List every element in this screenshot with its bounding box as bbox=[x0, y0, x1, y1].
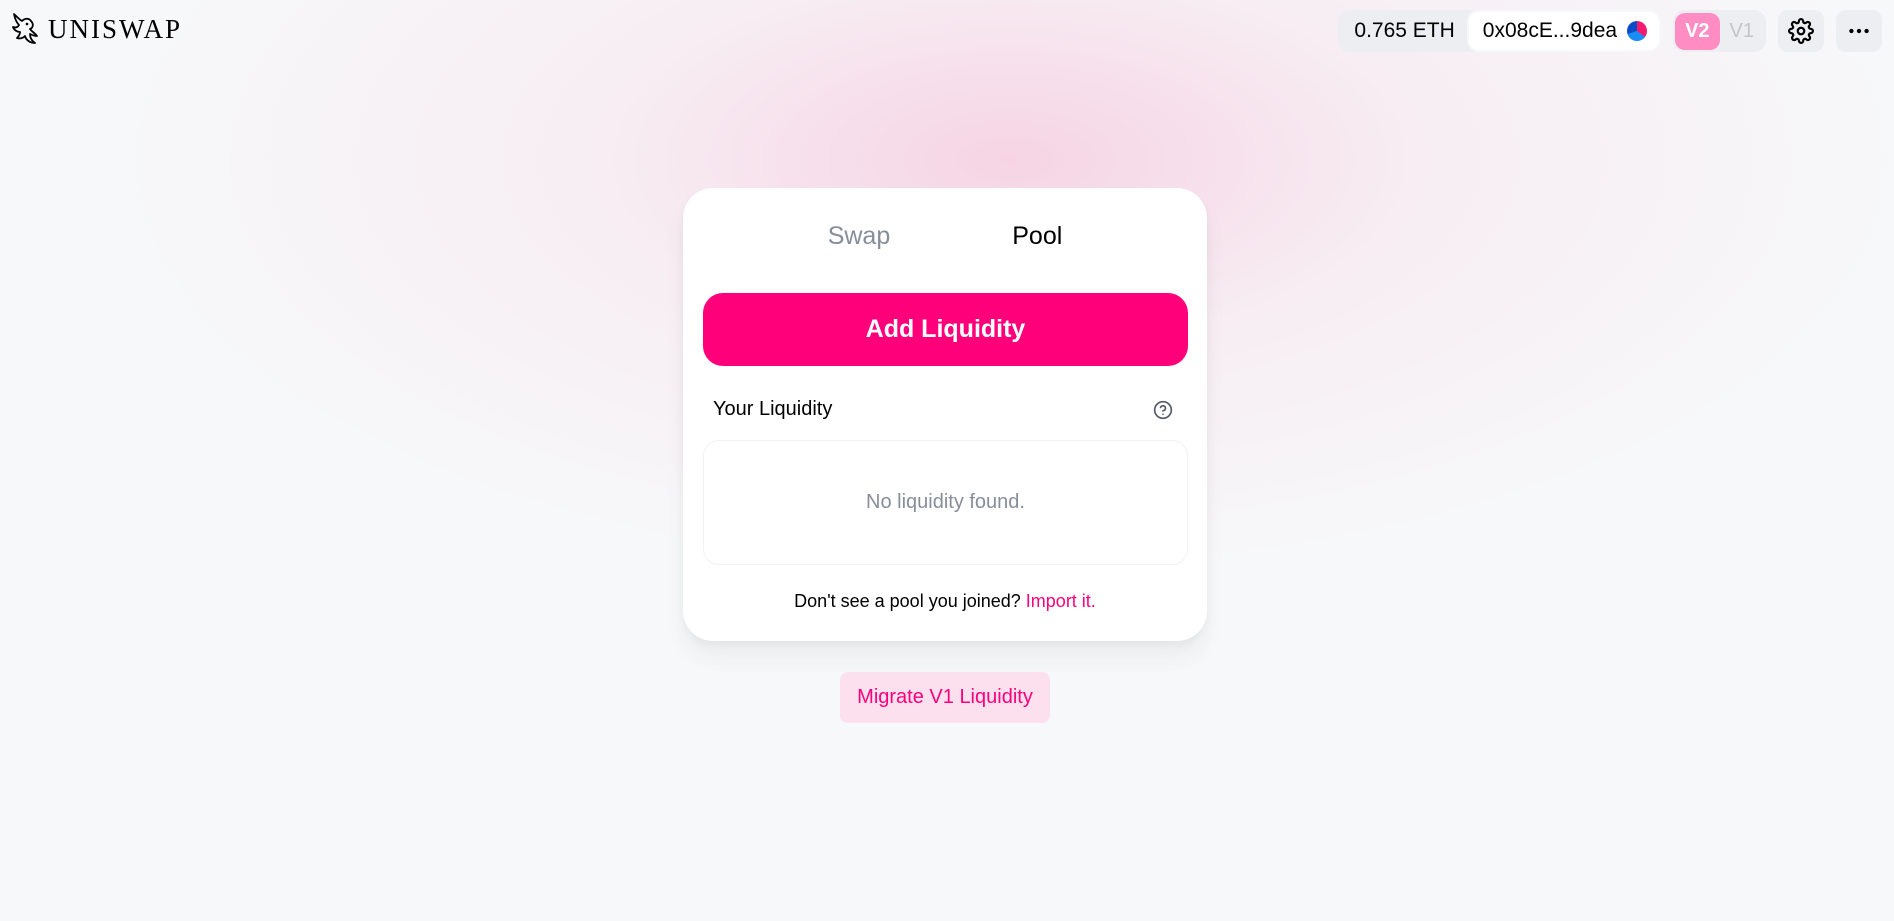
more-horizontal-icon bbox=[1846, 18, 1872, 44]
eth-balance: 0.765 ETH bbox=[1354, 19, 1455, 42]
migrate-v1-liquidity-button[interactable]: Migrate V1 Liquidity bbox=[840, 672, 1050, 723]
liquidity-empty-state: No liquidity found. bbox=[703, 440, 1188, 565]
unicorn-icon bbox=[10, 12, 40, 46]
wallet-avatar-icon bbox=[1627, 21, 1648, 41]
logo-text: UNISWAP bbox=[48, 13, 183, 44]
question-icon[interactable] bbox=[1153, 400, 1173, 420]
version-v1-toggle[interactable]: V1 bbox=[1720, 13, 1764, 50]
settings-button[interactable] bbox=[1778, 10, 1824, 52]
tab-pool[interactable]: Pool bbox=[1012, 222, 1062, 251]
account-panel: 0.765 ETH 0x08cE...9dea bbox=[1338, 10, 1662, 52]
import-prompt-text: Don't see a pool you joined? bbox=[794, 591, 1021, 611]
add-liquidity-button[interactable]: Add Liquidity bbox=[703, 293, 1188, 366]
import-pool-prompt: Don't see a pool you joined? Import it. bbox=[683, 591, 1207, 612]
your-liquidity-heading: Your Liquidity bbox=[713, 398, 833, 420]
version-toggle: V2 V1 bbox=[1673, 10, 1766, 52]
more-button[interactable] bbox=[1836, 10, 1882, 52]
import-pool-link[interactable]: Import it. bbox=[1026, 591, 1096, 611]
gear-icon bbox=[1788, 18, 1814, 44]
page: UNISWAP 0.765 ETH 0x08cE...9dea V2 V1 Sw… bbox=[0, 0, 1894, 921]
logo[interactable]: UNISWAP bbox=[10, 12, 182, 46]
tab-bar: Swap Pool bbox=[683, 222, 1207, 251]
empty-state-text: No liquidity found. bbox=[866, 491, 1025, 513]
wallet-address-button[interactable]: 0x08cE...9dea bbox=[1466, 10, 1662, 52]
wallet-address: 0x08cE...9dea bbox=[1482, 19, 1618, 42]
version-v2-toggle[interactable]: V2 bbox=[1675, 12, 1720, 50]
header-controls: 0.765 ETH 0x08cE...9dea V2 V1 bbox=[1338, 10, 1882, 52]
tab-swap[interactable]: Swap bbox=[828, 222, 891, 251]
pool-card: Swap Pool Add Liquidity Your Liquidity N… bbox=[683, 188, 1207, 641]
